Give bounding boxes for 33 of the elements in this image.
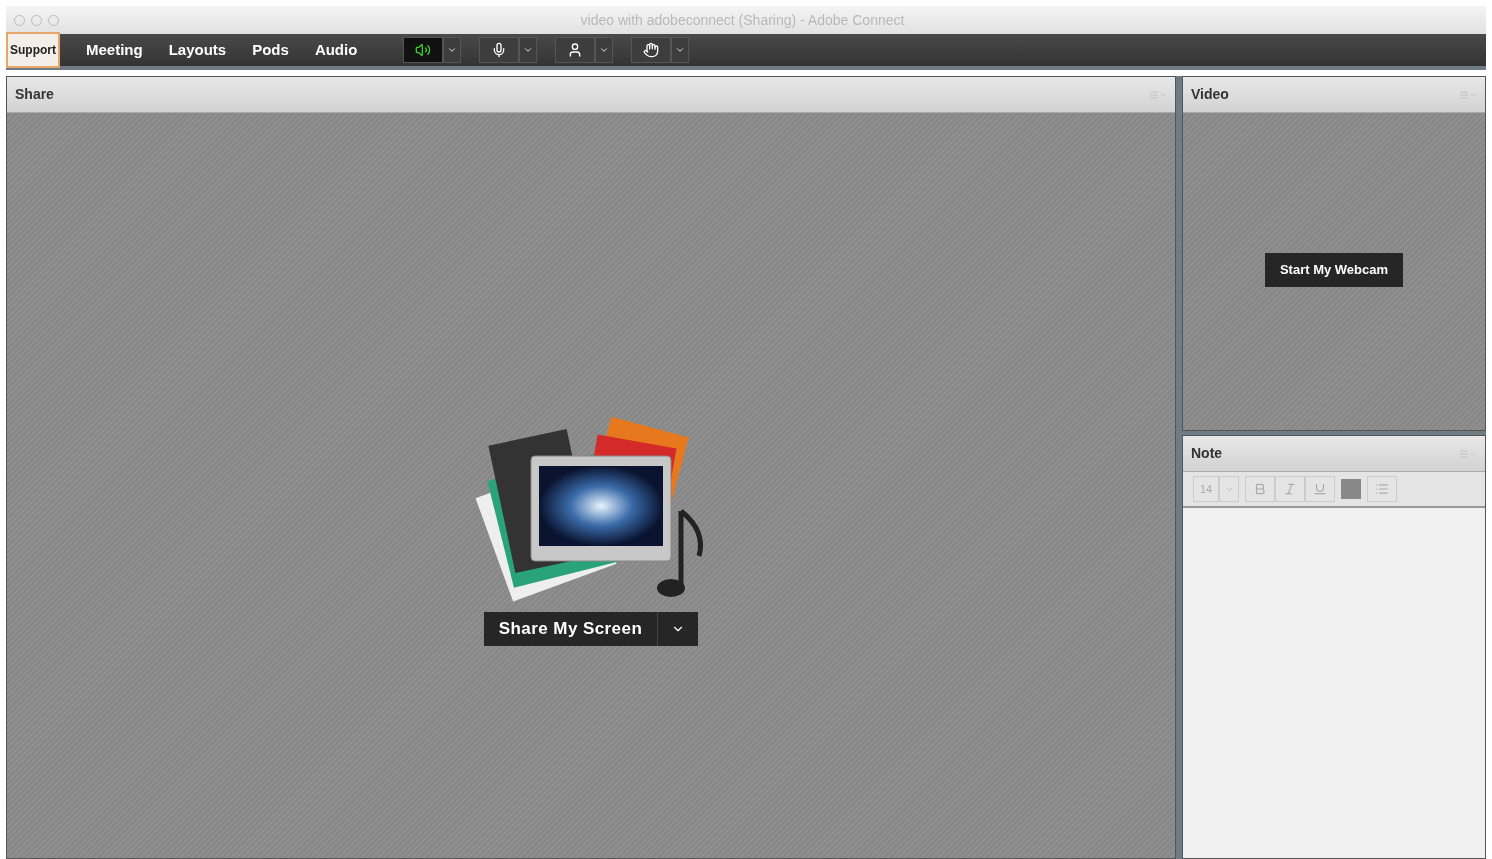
underline-icon <box>1313 482 1327 496</box>
camera-button[interactable] <box>555 37 596 63</box>
pod-title: Video <box>1191 85 1229 104</box>
pod-title: Share <box>15 85 54 104</box>
bold-button[interactable] <box>1245 476 1275 502</box>
list-button[interactable] <box>1367 476 1397 502</box>
pod-title: Note <box>1191 444 1223 463</box>
hand-button[interactable] <box>631 37 672 63</box>
underline-button[interactable] <box>1305 476 1335 502</box>
list-icon <box>1375 482 1389 496</box>
start-webcam-button[interactable]: Start My Webcam <box>1264 253 1404 287</box>
caret-icon <box>523 45 534 55</box>
pod-menu-button[interactable] <box>1459 448 1477 459</box>
bold-icon <box>1253 482 1267 496</box>
color-swatch-button[interactable] <box>1341 479 1361 499</box>
menu-item[interactable]: Layouts <box>168 38 227 62</box>
speaker-icon <box>415 42 432 58</box>
hand-icon <box>643 42 660 58</box>
logo-button[interactable]: Support <box>6 32 60 68</box>
pod-menu-button[interactable] <box>1149 89 1167 100</box>
pod-menu-button[interactable] <box>1459 89 1477 100</box>
dropdown-button[interactable] <box>658 611 699 646</box>
menu-item[interactable]: Audio <box>314 38 358 62</box>
share-screen-button[interactable]: Share My Screen <box>483 611 659 646</box>
caret-icon <box>447 45 458 55</box>
italic-icon <box>1283 482 1297 496</box>
mic-button[interactable] <box>479 37 520 63</box>
caret-icon <box>599 45 610 55</box>
menu-item[interactable]: Pods <box>252 38 289 62</box>
menu-item[interactable]: Meeting <box>86 38 143 62</box>
speaker-button[interactable] <box>403 37 444 63</box>
caret-icon <box>675 45 686 55</box>
italic-button[interactable] <box>1275 476 1305 502</box>
